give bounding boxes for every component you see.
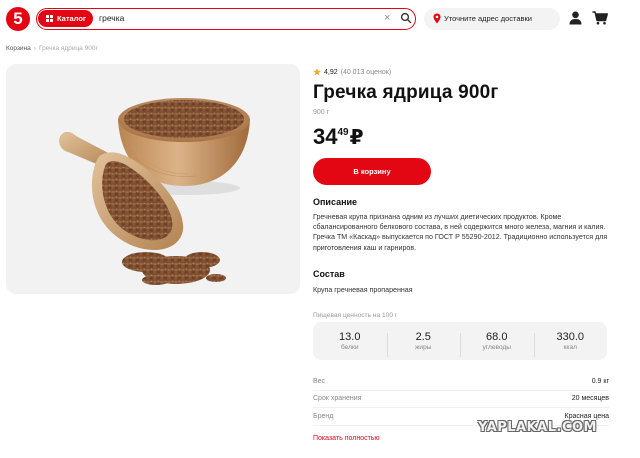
nutrition-value: 2.5 [415, 331, 431, 343]
product-title: Гречка ядрица 900г [313, 82, 499, 103]
star-icon [313, 68, 321, 76]
nutrition-value: 13.0 [339, 331, 361, 343]
nutrition-protein: 13.0 белки [313, 331, 387, 351]
search-bar[interactable]: Каталог гречка × [36, 8, 416, 30]
nutrition-value: 68.0 [486, 331, 508, 343]
property-row: Вес 0.9 кг [313, 373, 609, 391]
nutrition-name: ккал [563, 344, 577, 351]
logo[interactable]: 5 [6, 7, 30, 31]
nutrition-name: белки [340, 344, 359, 351]
catalog-button[interactable]: Каталог [38, 10, 93, 27]
search-icon[interactable] [400, 12, 412, 24]
description-text: Гречневая крупа признана одним из лучших… [313, 213, 608, 252]
nutrition-kcal: 330.0 ккал [533, 331, 608, 357]
nutrition-panel: 13.0 белки 2.5 жиры 68.0 углеводы 330.0 … [313, 322, 607, 360]
header: 5 Каталог гречка × Уточните адрес достав… [0, 0, 640, 40]
price-currency: ₽ [349, 127, 364, 149]
breadcrumb-item-current: Гречка ядрица 900г [38, 45, 98, 52]
property-key: Вес [313, 377, 326, 385]
product-weight: 900 г [313, 109, 330, 116]
show-all-link[interactable]: Показать полностью [313, 435, 380, 442]
property-key: Срок хранения [313, 395, 362, 403]
property-value: 20 месяцев [571, 395, 609, 403]
rating[interactable]: 4,92 (40 013 оценок) [313, 68, 391, 76]
property-value: Красная цена [564, 412, 609, 420]
product-image[interactable] [6, 64, 300, 294]
nutrition-name: углеводы [482, 344, 512, 351]
rating-value: 4,92 [324, 68, 338, 76]
price: 3449₽ [313, 124, 364, 150]
breadcrumb-separator: › [33, 45, 36, 52]
nutrition-name: жиры [414, 344, 432, 351]
properties-list: Вес 0.9 кг Срок хранения 20 месяцев Брен… [313, 373, 609, 426]
rating-count: (40 013 оценок) [340, 68, 392, 76]
property-row: Срок хранения 20 месяцев [313, 391, 609, 408]
catalog-grid-icon [46, 15, 53, 22]
composition-text: Крупа гречневая пропаренная [313, 286, 413, 294]
clear-icon[interactable]: × [384, 11, 390, 25]
nutrition-label: Пищевая ценность на 100 г [313, 312, 398, 319]
nutrition-value: 330.0 [556, 331, 585, 343]
location-pin-icon [433, 13, 441, 24]
breadcrumb-item-cart[interactable]: Корзина [6, 45, 31, 52]
user-icon[interactable] [569, 11, 582, 25]
price-integer: 34 [313, 124, 338, 149]
property-key: Бренд [313, 412, 334, 420]
price-decimal: 49 [337, 127, 349, 138]
add-to-cart-button[interactable]: В корзину [313, 158, 431, 185]
buckwheat-image [59, 98, 250, 285]
delivery-address-button[interactable]: Уточните адрес доставки [424, 8, 560, 30]
breadcrumb: Корзина › Гречка ядрица 900г [6, 45, 98, 52]
address-label: Уточните адрес доставки [444, 14, 532, 23]
nutrition-fat: 2.5 жиры [386, 331, 461, 357]
property-value: 0.9 кг [591, 377, 609, 385]
composition-heading: Состав [313, 269, 345, 279]
search-input[interactable]: гречка [99, 13, 124, 23]
nutrition-carbs: 68.0 углеводы [460, 331, 534, 357]
description-heading: Описание [313, 197, 358, 207]
catalog-label: Каталог [57, 14, 87, 23]
cart-icon[interactable] [592, 11, 608, 25]
watermark: YAPLAKAL.COM [478, 420, 597, 435]
